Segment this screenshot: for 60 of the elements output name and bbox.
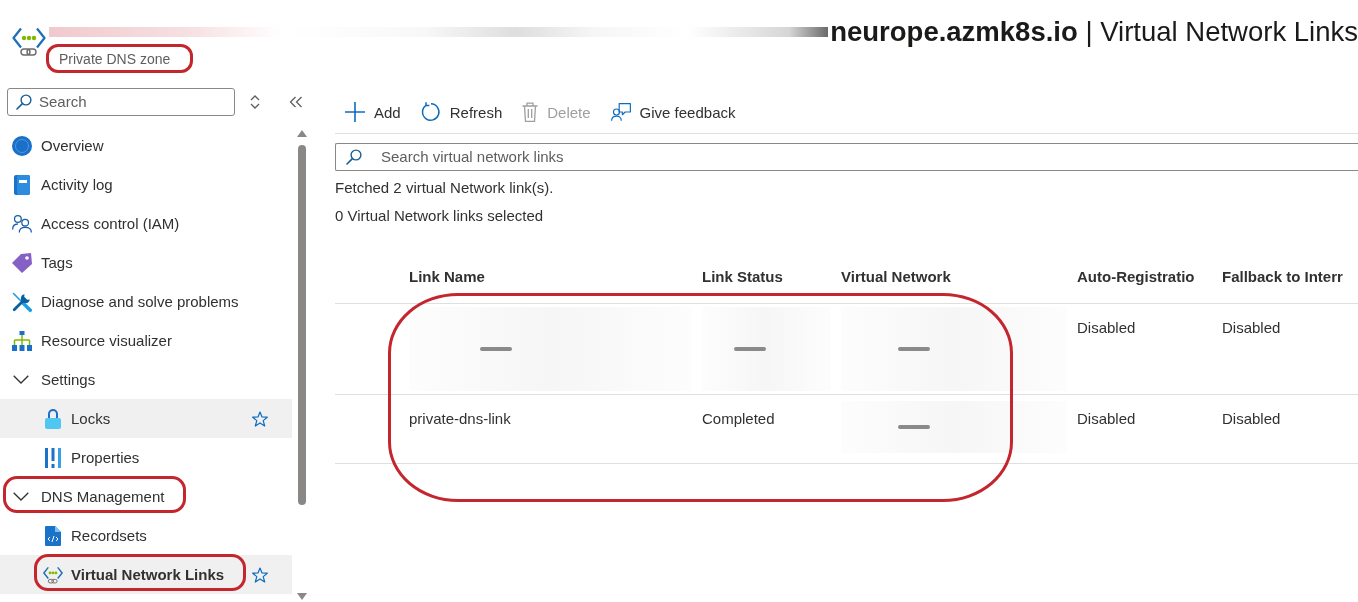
bars-icon [45,447,61,468]
sidebar-item[interactable]: Activity log [0,165,292,204]
star-icon[interactable] [252,566,268,583]
column-header[interactable]: Link Name [409,267,702,287]
code-document-icon [45,525,61,546]
table-cell-text: Disabled [1222,318,1282,338]
scroll-down-icon[interactable] [297,593,307,600]
column-header[interactable]: Link Status [702,267,841,287]
tag-icon [12,252,32,273]
sidebar-item[interactable]: Access control (IAM) [0,204,292,243]
chevron-down-icon[interactable] [13,375,29,384]
sidebar-item[interactable]: Recordsets [0,516,292,555]
star-icon[interactable] [252,410,268,427]
sidebar-item[interactable]: Resource visualizer [0,321,292,360]
sidebar-item[interactable]: Virtual Network Links [0,555,292,594]
status-message: 0 Virtual Network links selected [335,206,545,226]
table-cell-text: Disabled [1222,409,1282,429]
feedback-icon [610,102,631,122]
sidebar-item[interactable]: Settings [0,360,292,399]
table-cell-text: private-dns-link [409,409,512,429]
sidebar-item[interactable]: DNS Management [0,477,292,516]
resource-type-label: Private DNS zone [59,50,171,68]
plus-icon [345,102,365,122]
table-cell-text: Disabled [1077,318,1137,338]
column-header[interactable]: Auto-Registratio [1077,267,1222,287]
trash-icon [522,102,539,122]
add-button[interactable]: Add [343,98,403,126]
sidebar-item[interactable]: Properties [0,438,292,477]
table-cell-text: Completed [702,409,776,429]
network-link-icon [12,27,46,56]
search-icon [16,94,32,110]
scroll-up-icon[interactable] [297,130,307,137]
table-cell-text: Disabled [1077,409,1137,429]
chevron-down-icon[interactable] [13,492,29,501]
column-header[interactable]: Fallback to Interr [1222,267,1358,287]
refresh-icon [420,102,441,122]
search-icon [346,149,362,165]
sidebar-item[interactable]: Locks [0,399,292,438]
search-field[interactable]: Search [7,88,235,116]
sidebar-item[interactable]: Overview [0,126,292,165]
table-row[interactable]: Disabled Disabled [335,304,1358,395]
lock-icon [45,408,61,429]
network-link-icon [43,564,63,585]
search-field[interactable]: Search virtual network links [335,143,1358,171]
double-chevron-icon[interactable] [289,96,303,108]
sidebar-item[interactable]: Tags [0,243,292,282]
scrollbar-thumb[interactable] [298,145,306,505]
refresh-button[interactable]: Refresh [418,98,505,126]
table-row[interactable]: private-dns-link Completed Disabled Disabled [335,395,1358,464]
column-header[interactable]: Virtual Network [841,267,1077,287]
sort-icon[interactable] [250,95,260,109]
page-title: neurope.azmk8s.io | Virtual Network Links [830,16,1358,48]
sidebar-item[interactable]: Diagnose and solve problems [0,282,292,321]
status-message: Fetched 2 virtual Network link(s). [335,178,555,198]
feedback-button[interactable]: Give feedback [608,98,738,126]
tools-icon [12,291,32,312]
people-icon [12,213,32,234]
hierarchy-icon [12,330,32,351]
circle-badge-icon [12,135,32,156]
book-icon [14,174,30,195]
